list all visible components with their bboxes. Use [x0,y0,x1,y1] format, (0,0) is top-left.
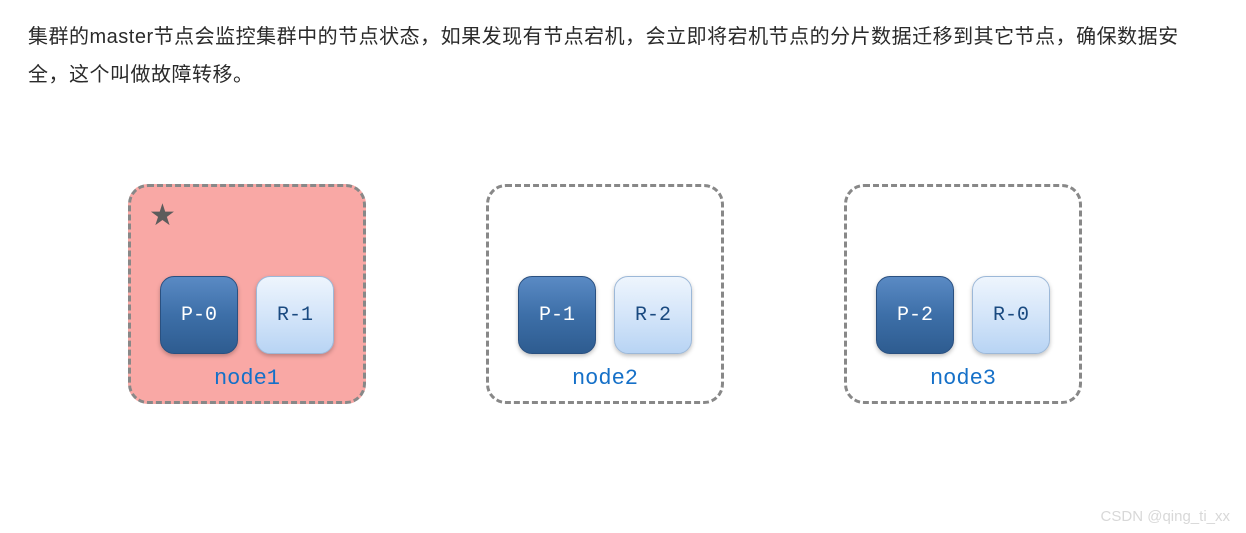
node-box-node3: P-2 R-0 node3 [844,184,1082,404]
shard-replica: R-1 [256,276,334,354]
shard-replica: R-2 [614,276,692,354]
shard-row: P-1 R-2 [518,276,692,354]
shard-row: P-2 R-0 [876,276,1050,354]
node-label: node2 [572,366,638,391]
description-text: 集群的master节点会监控集群中的节点状态，如果发现有节点宕机，会立即将宕机节… [28,18,1218,94]
node-label: node3 [930,366,996,391]
watermark-text: CSDN @qing_ti_xx [1101,508,1230,525]
node-box-node2: P-1 R-2 node2 [486,184,724,404]
shard-replica: R-0 [972,276,1050,354]
node-box-node1: ★ P-0 R-1 node1 [128,184,366,404]
master-star-icon: ★ [149,201,176,231]
shard-primary: P-2 [876,276,954,354]
shard-row: P-0 R-1 [160,276,334,354]
shard-primary: P-1 [518,276,596,354]
shard-primary: P-0 [160,276,238,354]
node-label: node1 [214,366,280,391]
cluster-diagram: ★ P-0 R-1 node1 P-1 R-2 node2 P-2 R-0 no… [128,184,1218,404]
